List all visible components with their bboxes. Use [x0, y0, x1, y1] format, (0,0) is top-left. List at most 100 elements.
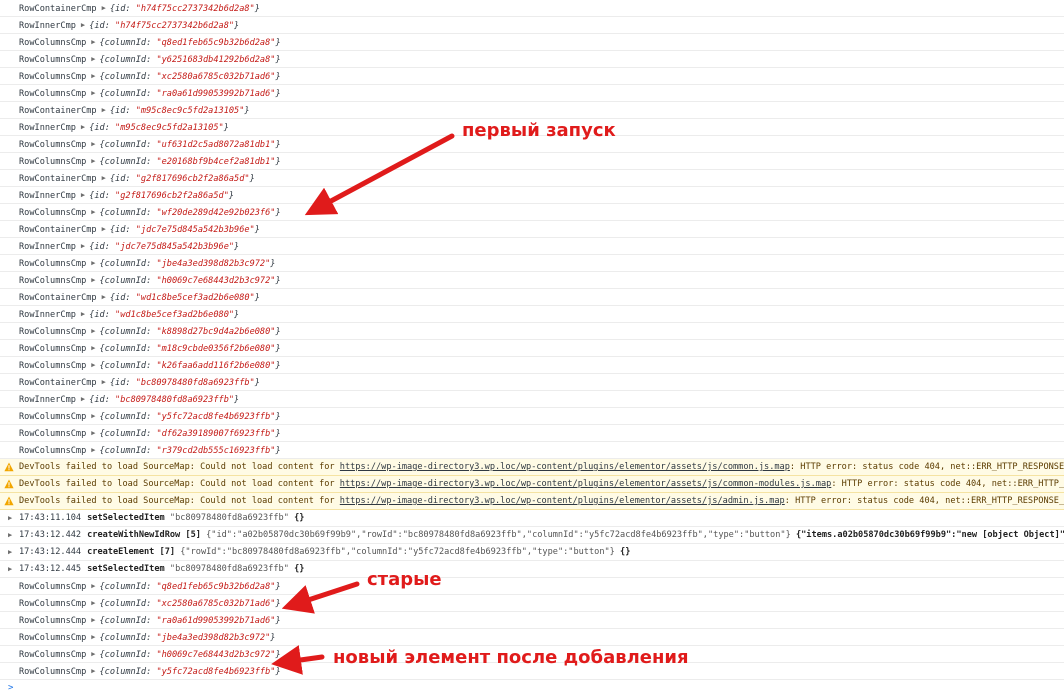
- component-name: RowColumnsCmp: [19, 633, 87, 643]
- warning-row: DevTools failed to load SourceMap: Could…: [0, 493, 1064, 510]
- sourcemap-link[interactable]: https://wp-image-directory3.wp.loc/wp-co…: [340, 496, 785, 506]
- object-key: id: [115, 4, 126, 14]
- log-extra: {}: [620, 547, 631, 557]
- expand-triangle-icon[interactable]: ▶: [102, 289, 106, 305]
- log-row: RowContainerCmp ▶ {id: "h74f75cc2737342b6d…: [0, 0, 1064, 17]
- object-key: columnId: [104, 412, 147, 422]
- object-key: columnId: [104, 89, 147, 99]
- object-value: "h0069c7e68443d2b3c972": [156, 650, 276, 660]
- expand-triangle-icon[interactable]: ▶: [91, 357, 95, 373]
- colon: :: [146, 446, 157, 456]
- log-row: RowColumnsCmp ▶ {columnId: "xc2580a6785c03…: [0, 595, 1064, 612]
- log-row: RowInnerCmp ▶ {id: "g2f817696cb2f2a86a5d"}: [0, 187, 1064, 204]
- expand-triangle-icon[interactable]: ▶: [81, 238, 85, 254]
- expand-triangle-icon[interactable]: ▶: [91, 629, 95, 645]
- brace-close: }: [228, 191, 235, 201]
- object-value: "m18c9cbde0356f2b6e080": [156, 344, 276, 354]
- brace-close: }: [223, 123, 229, 133]
- brace-close: }: [275, 38, 281, 48]
- colon: :: [146, 361, 157, 371]
- colon: :: [104, 191, 116, 201]
- expand-triangle-icon[interactable]: ▶: [102, 102, 106, 118]
- expand-triangle-icon[interactable]: ▶: [91, 272, 95, 288]
- log-row: RowContainerCmp ▶ {id: "jdc7e75d845a542b3b…: [0, 221, 1064, 238]
- object-key: columnId: [104, 429, 147, 439]
- colon: :: [146, 259, 157, 269]
- log-row: RowColumnsCmp ▶ {columnId: "q8ed1feb65c9b3…: [0, 34, 1064, 51]
- log-row: RowColumnsCmp ▶ {columnId: "xc2580a6785c03…: [0, 68, 1064, 85]
- expand-triangle-icon[interactable]: ▶: [91, 204, 95, 220]
- sourcemap-link[interactable]: https://wp-image-directory3.wp.loc/wp-co…: [340, 479, 832, 489]
- function-name: setSelectedItem: [87, 513, 165, 523]
- expand-triangle-icon[interactable]: ▶: [102, 221, 106, 237]
- object-key: id: [94, 191, 105, 201]
- expand-triangle-icon[interactable]: ▶: [81, 306, 85, 322]
- log-row: RowColumnsCmp ▶ {columnId: "ra0a61d9905399…: [0, 85, 1064, 102]
- object-value: "wd1c8be5cef3ad2b6e080": [135, 293, 255, 303]
- component-name: RowColumnsCmp: [19, 72, 87, 82]
- warning-text: DevTools failed to load SourceMap: Could…: [19, 496, 340, 506]
- expand-triangle-icon[interactable]: ▶: [91, 323, 95, 339]
- brace-close: }: [275, 446, 281, 456]
- object-value: "xc2580a6785c032b71ad6": [156, 72, 276, 82]
- colon: :: [146, 208, 157, 218]
- expand-triangle-icon[interactable]: ▶: [91, 442, 95, 458]
- expand-triangle-icon[interactable]: ▶: [81, 17, 85, 33]
- object-value: "k8898d27bc9d4a2b6e080": [156, 327, 276, 337]
- log-extra: {}: [294, 513, 305, 523]
- expand-triangle-icon[interactable]: ▶: [102, 374, 106, 390]
- expand-triangle-icon[interactable]: ▶: [8, 527, 12, 543]
- component-name: RowColumnsCmp: [19, 344, 87, 354]
- warning-row: DevTools failed to load SourceMap: Could…: [0, 476, 1064, 493]
- expand-triangle-icon[interactable]: ▶: [8, 561, 12, 577]
- colon: :: [125, 106, 136, 116]
- expand-triangle-icon[interactable]: ▶: [91, 68, 95, 84]
- expand-triangle-icon[interactable]: ▶: [91, 255, 95, 271]
- log-row: RowColumnsCmp ▶ {columnId: "h0069c7e68443d…: [0, 272, 1064, 289]
- expand-triangle-icon[interactable]: ▶: [91, 34, 95, 50]
- warning-suffix: : HTTP error: status code 404, net::ERR_…: [831, 479, 1064, 489]
- object-value: "ra0a61d99053992b71ad6": [156, 89, 276, 99]
- warning-suffix: : HTTP error: status code 404, net::ERR_…: [789, 462, 1064, 472]
- expand-triangle-icon[interactable]: ▶: [91, 85, 95, 101]
- brace-close: }: [275, 276, 281, 286]
- log-row: RowInnerCmp ▶ {id: "h74f75cc2737342b6d2a8"…: [0, 17, 1064, 34]
- expand-triangle-icon[interactable]: ▶: [102, 170, 106, 186]
- expand-triangle-icon[interactable]: ▶: [8, 544, 12, 560]
- colon: :: [146, 650, 157, 660]
- expand-triangle-icon[interactable]: ▶: [91, 646, 95, 662]
- colon: :: [104, 310, 116, 320]
- object-key: columnId: [104, 633, 147, 643]
- expand-triangle-icon[interactable]: ▶: [91, 425, 95, 441]
- log-row: RowColumnsCmp ▶ {columnId: "m18c9cbde0356f…: [0, 340, 1064, 357]
- expand-triangle-icon[interactable]: ▶: [91, 612, 95, 628]
- object-key: columnId: [104, 327, 147, 337]
- brace-close: }: [275, 89, 281, 99]
- log-row: RowColumnsCmp ▶ {columnId: "r379cd2db555c1…: [0, 442, 1064, 459]
- expand-triangle-icon[interactable]: ▶: [81, 119, 85, 135]
- expand-triangle-icon[interactable]: ▶: [91, 51, 95, 67]
- colon: :: [146, 633, 157, 643]
- expand-triangle-icon[interactable]: ▶: [91, 408, 95, 424]
- expand-triangle-icon[interactable]: ▶: [81, 187, 85, 203]
- expand-triangle-icon[interactable]: ▶: [102, 0, 106, 16]
- expand-triangle-icon[interactable]: ▶: [81, 391, 85, 407]
- expand-triangle-icon[interactable]: ▶: [91, 136, 95, 152]
- sourcemap-link[interactable]: https://wp-image-directory3.wp.loc/wp-co…: [340, 462, 790, 472]
- colon: :: [125, 174, 136, 184]
- brace-close: }: [275, 361, 281, 371]
- component-name: RowColumnsCmp: [19, 650, 87, 660]
- expand-triangle-icon[interactable]: ▶: [91, 340, 95, 356]
- brace-close: }: [275, 599, 281, 609]
- expand-triangle-icon[interactable]: ▶: [91, 663, 95, 679]
- log-row: RowInnerCmp ▶ {id: "bc80978480fd8a6923ffb"…: [0, 391, 1064, 408]
- expand-triangle-icon[interactable]: ▶: [91, 153, 95, 169]
- expand-triangle-icon[interactable]: ▶: [8, 510, 12, 526]
- log-row: RowContainerCmp ▶ {id: "wd1c8be5cef3ad2b6e…: [0, 289, 1064, 306]
- expand-triangle-icon[interactable]: ▶: [91, 595, 95, 611]
- expand-triangle-icon[interactable]: ▶: [91, 578, 95, 594]
- log-extra: {"items.a02b05870dc30b69f99b9":"new [obj…: [795, 530, 1064, 540]
- component-name: RowColumnsCmp: [19, 361, 87, 371]
- object-key: id: [115, 225, 126, 235]
- console-input[interactable]: >: [0, 680, 1064, 696]
